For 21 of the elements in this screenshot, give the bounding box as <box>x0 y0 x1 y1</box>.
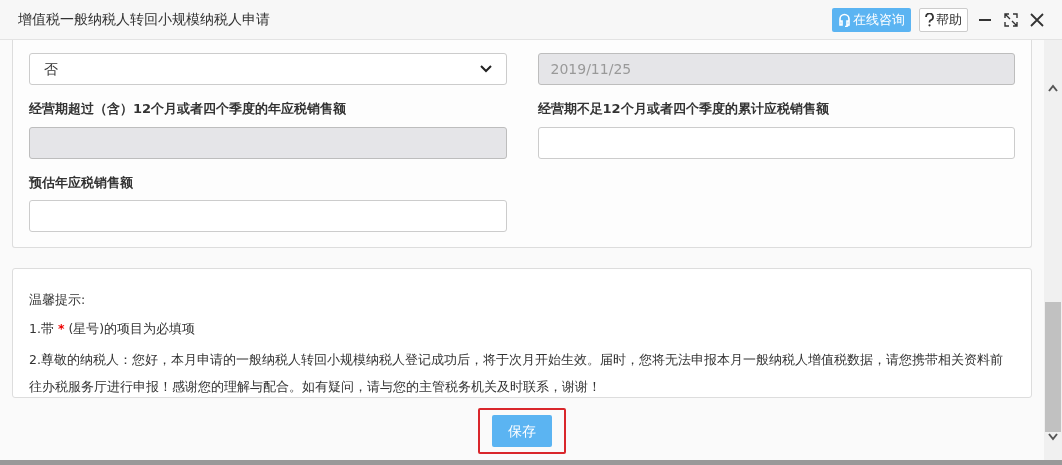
field-label: 经营期超过（含）12个月或者四个季度的年应税销售额 <box>29 100 348 118</box>
maximize-icon[interactable] <box>1004 12 1018 27</box>
required-note: 1.带 * (星号)的项目为必填项 <box>29 320 197 338</box>
question-mark-icon <box>925 12 934 27</box>
online-consult-button[interactable]: 在线咨询 <box>832 7 911 32</box>
field-label: 经营期不足12个月或者四个季度的累计应税销售额 <box>537 100 830 118</box>
save-button[interactable]: 保存 <box>492 415 552 447</box>
chevron-down-icon <box>479 65 492 73</box>
headset-icon <box>838 12 851 27</box>
field-label: 预估年应税销售额 <box>29 173 134 192</box>
scroll-up-icon[interactable] <box>1048 84 1058 92</box>
dropdown-field[interactable]: 否 <box>29 53 507 85</box>
scrollbar[interactable] <box>1044 40 1062 460</box>
help-button[interactable]: 帮助 <box>919 7 968 32</box>
input-field[interactable] <box>537 126 1015 159</box>
input-field[interactable] <box>29 200 507 232</box>
tips-heading: 温馨提示: <box>29 291 87 309</box>
scroll-down-icon[interactable] <box>1048 433 1058 441</box>
window-title: 增值税一般纳税人转回小规模纳税人申请 <box>18 10 270 29</box>
close-icon[interactable] <box>1030 12 1044 27</box>
notice-text: 2.尊敬的纳税人：您好，本月申请的一般纳税人转回小规模纳税人登记成功后，将于次月开始生效。届时，您将无法申报本月一般纳税人增值税数据，请您携带相关资料前往办税服务厅进行申报！感谢您的理解与配合。如有疑问，请与您的主管税务机关及时联系，谢谢！ <box>29 351 1004 396</box>
